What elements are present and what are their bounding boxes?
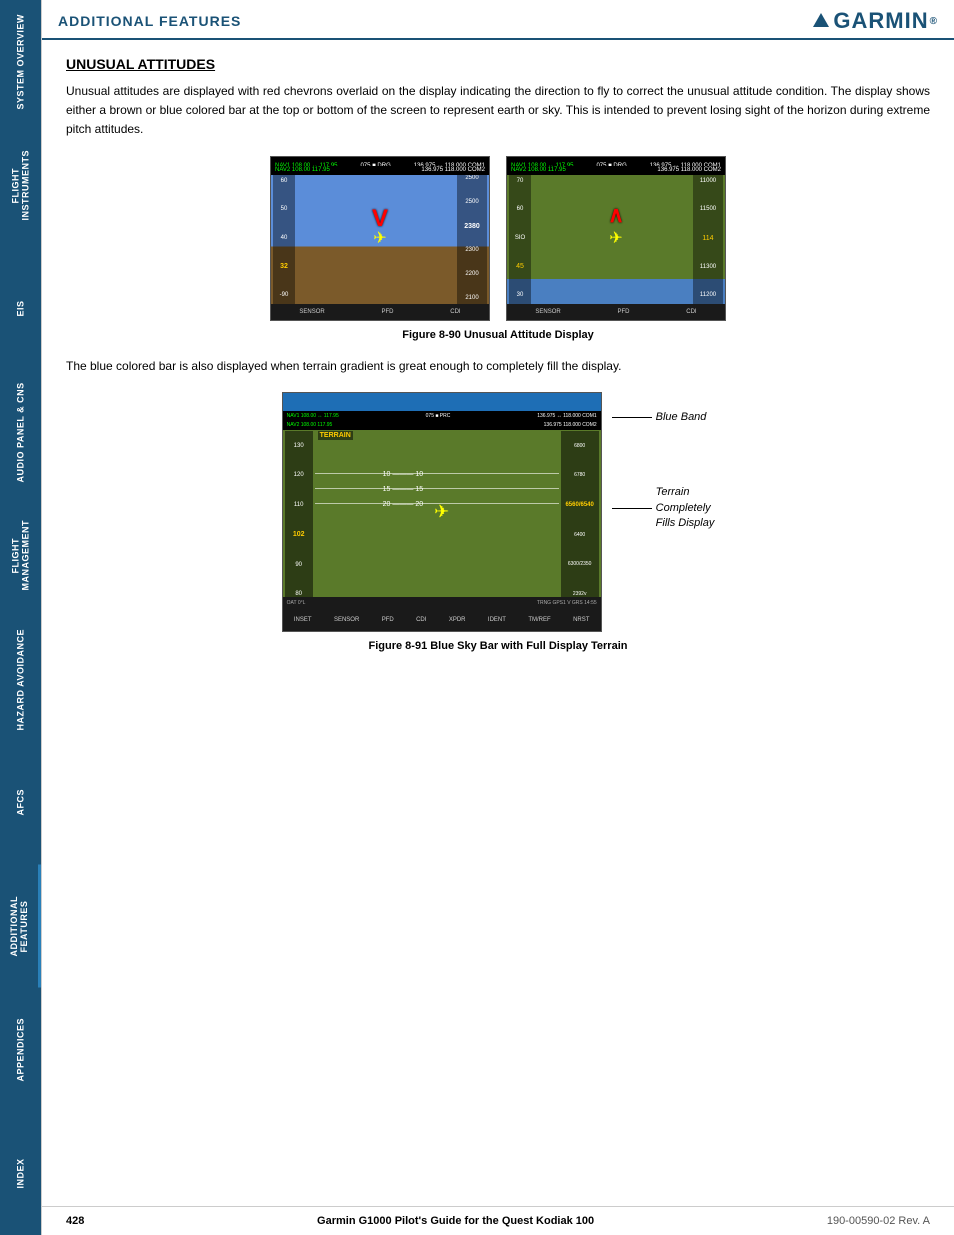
annotations-container: Blue Band Terrain Completely Fills Displ… bbox=[612, 392, 715, 532]
sidebar-item-audio-panel[interactable]: AUDIO PANEL & CNS bbox=[0, 371, 41, 495]
figure-8-91-caption: Figure 8-91 Blue Sky Bar with Full Displ… bbox=[66, 640, 930, 652]
footer-title: Garmin G1000 Pilot's Guide for the Quest… bbox=[317, 1215, 594, 1227]
figure-8-90-caption: Figure 8-90 Unusual Attitude Display bbox=[66, 329, 930, 341]
sidebar-item-appendices[interactable]: APPENDICES bbox=[0, 988, 41, 1112]
garmin-logo: GARMIN® bbox=[813, 8, 938, 34]
display-footer-2: SENSORPFDCDI bbox=[507, 304, 725, 320]
sidebar-item-additional-features[interactable]: ADDITIONAL FEATURES bbox=[0, 865, 41, 989]
sidebar-item-afcs[interactable]: AFCS bbox=[0, 741, 41, 865]
display-header-3: NAV1 108.00 ↔ 117.95 075 ■ PRC 136.975 ↔… bbox=[283, 411, 601, 421]
speed-tape-3: 130 120 110 102 90 80 bbox=[285, 431, 313, 609]
aircraft-symbol-3: ✈ bbox=[434, 501, 449, 522]
display-sim-pitch-up: NAV1 108.00 ↔ 117.95 075 ■ DRG 136.975 ↔… bbox=[270, 156, 490, 321]
pitch-down-indicator: ∧ bbox=[608, 202, 624, 228]
sidebar-item-system-overview[interactable]: SYSTEM OVERVIEW bbox=[0, 0, 41, 124]
figure-8-91-wrapper: NAV1 108.00 ↔ 117.95 075 ■ PRC 136.975 ↔… bbox=[66, 392, 930, 632]
alt-tape-2: 11000 11500 114 11300 11200 bbox=[693, 167, 723, 310]
page-header: ADDITIONAL FEATURES GARMIN® bbox=[42, 0, 954, 40]
annotation-line-terrain bbox=[612, 508, 652, 509]
alt-tape-3: 6800 6780 6560/6540 6400 6300/2350 2392v bbox=[561, 431, 599, 609]
aircraft-symbol-2: ✈ bbox=[609, 228, 622, 248]
alt-tape-1: 2500 2500 2380 2300 2200 2100 bbox=[457, 167, 487, 310]
blue-band-annotation: Blue Band bbox=[612, 410, 715, 425]
terrain-annotation: Terrain Completely Fills Display bbox=[612, 485, 715, 531]
header-title: ADDITIONAL FEATURES bbox=[58, 13, 241, 29]
status-bar: OAT 0°LTRNG GPS1 V GRS 14:55 bbox=[283, 597, 601, 609]
sidebar-item-flight-management[interactable]: FLIGHT MANAGEMENT bbox=[0, 494, 41, 618]
terrain-label: TERRAIN bbox=[318, 431, 353, 440]
pitch-line-15 bbox=[315, 488, 559, 489]
figure-8-90-row: NAV1 108.00 ↔ 117.95 075 ■ DRG 136.975 ↔… bbox=[66, 156, 930, 321]
body-text-2: The blue colored bar is also displayed w… bbox=[66, 357, 930, 376]
page-number: 428 bbox=[66, 1215, 84, 1227]
annotation-line-blue bbox=[612, 417, 652, 418]
speed-tape-2: 70 60 SIO 45 30 bbox=[509, 167, 531, 310]
display-sim-pitch-down: NAV1 108.00 ↔ 117.95 075 ■ DRG 136.975 ↔… bbox=[506, 156, 726, 321]
section-body-text: Unusual attitudes are displayed with red… bbox=[66, 82, 930, 140]
annotation-text-terrain: Terrain Completely Fills Display bbox=[656, 485, 715, 531]
footer-revision: 190-00590-02 Rev. A bbox=[827, 1215, 930, 1227]
display-footer-1: SENSORPFDCDI bbox=[271, 304, 489, 320]
sidebar-item-hazard-avoidance[interactable]: HAZARD AVOIDANCE bbox=[0, 618, 41, 742]
page-content: UNUSUAL ATTITUDES Unusual attitudes are … bbox=[42, 40, 954, 1206]
page-footer: 428 Garmin G1000 Pilot's Guide for the Q… bbox=[42, 1206, 954, 1235]
sidebar: SYSTEM OVERVIEW FLIGHT INSTRUMENTS EIS A… bbox=[0, 0, 42, 1235]
aircraft-symbol-1: ✈ bbox=[373, 228, 386, 248]
section-title: UNUSUAL ATTITUDES bbox=[66, 56, 930, 72]
speed-tape-1: 60 50 40 32 -90 bbox=[273, 167, 295, 310]
display-sim-terrain-fill: NAV1 108.00 ↔ 117.95 075 ■ PRC 136.975 ↔… bbox=[282, 392, 602, 632]
annotation-text-blue-band: Blue Band bbox=[656, 410, 707, 425]
main-content: ADDITIONAL FEATURES GARMIN® UNUSUAL ATTI… bbox=[42, 0, 954, 1235]
blue-sky-band bbox=[283, 393, 601, 411]
pitch-line-10 bbox=[315, 473, 559, 474]
display-footer-3: INSETSENSORPFDCDIXPDRIDENTTM/REFNRST bbox=[283, 609, 601, 631]
sidebar-item-index[interactable]: INDEX bbox=[0, 1112, 41, 1235]
sidebar-item-eis[interactable]: EIS bbox=[0, 247, 41, 371]
sidebar-item-flight-instruments[interactable]: FLIGHT INSTRUMENTS bbox=[0, 124, 41, 248]
garmin-triangle-icon bbox=[813, 13, 829, 27]
